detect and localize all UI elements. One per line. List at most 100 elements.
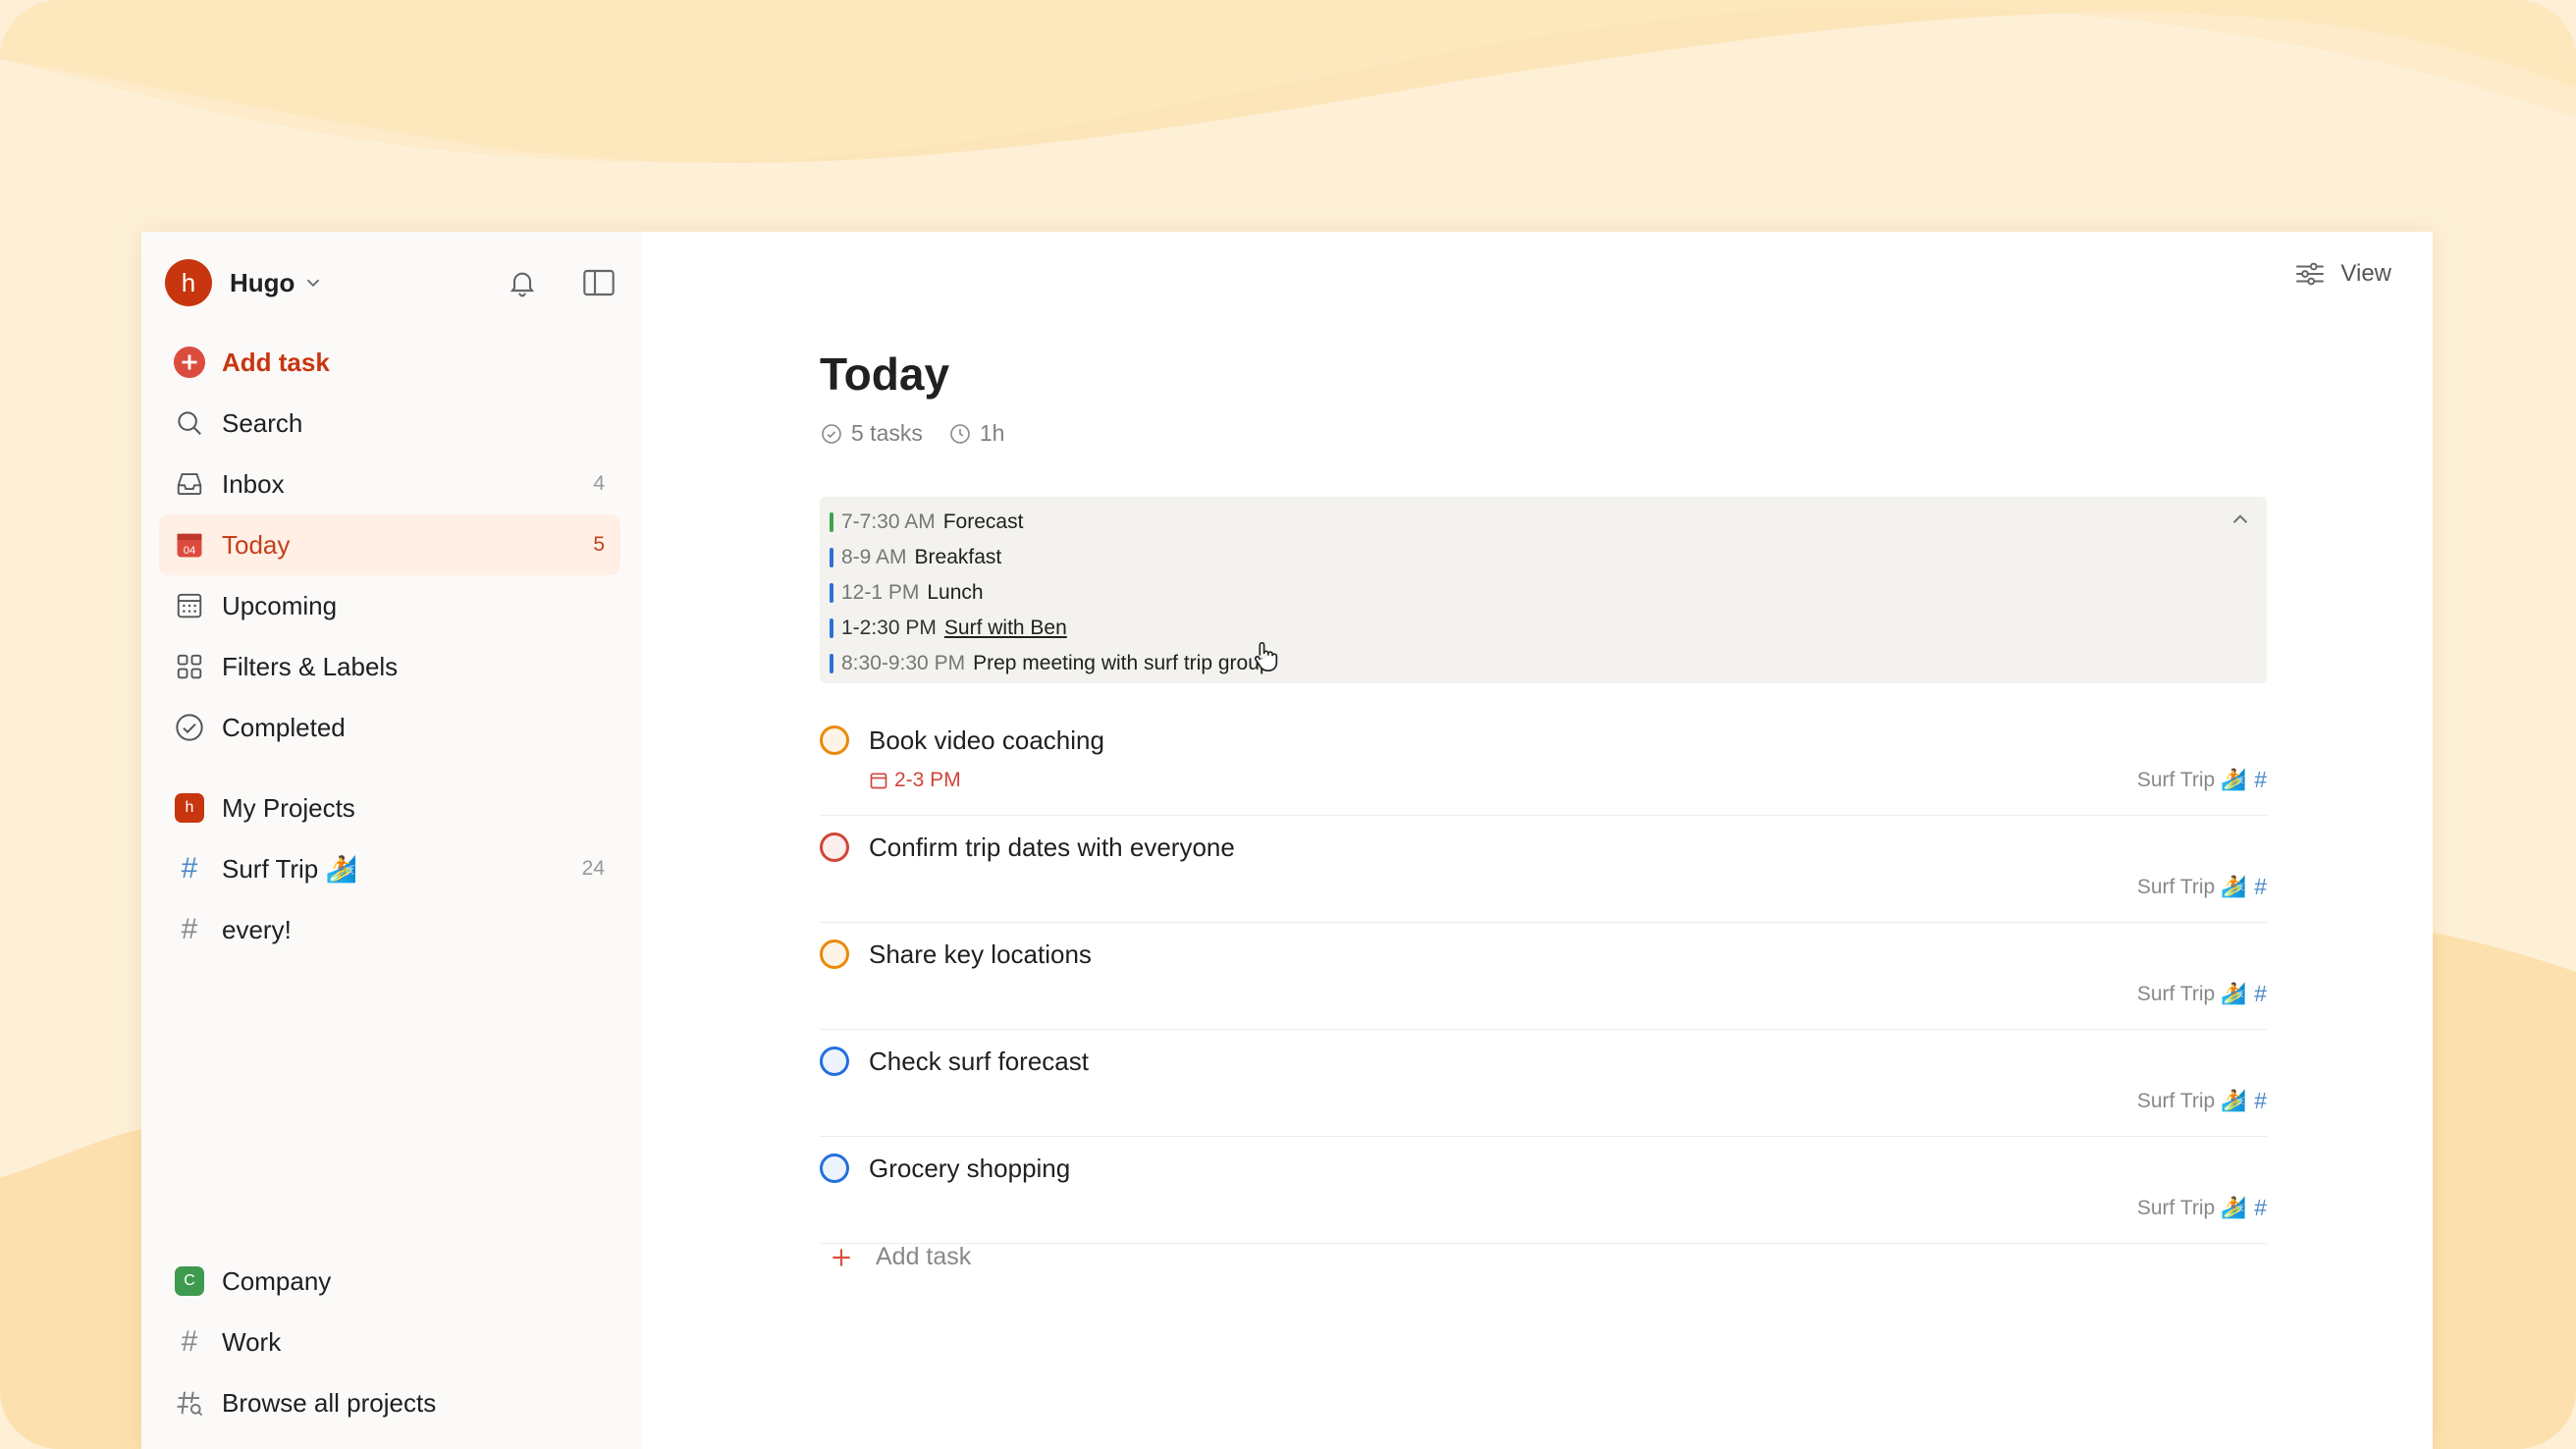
today-date-number: 04: [184, 545, 196, 557]
check-circle-icon: [822, 423, 841, 444]
main-nav: Add task Search Inbox 4 04 Today 5 Upcom…: [159, 332, 620, 758]
sidebar-item-label: Completed: [222, 712, 346, 742]
sidebar-item-filters-labels[interactable]: Filters & Labels: [159, 636, 620, 697]
add-task-button[interactable]: Add task: [159, 332, 620, 393]
task-checkbox[interactable]: [820, 1046, 849, 1076]
task-count: 5 tasks: [851, 420, 923, 446]
task-project[interactable]: Surf Trip 🏄 #: [2137, 767, 2267, 793]
task-project[interactable]: Surf Trip 🏄 #: [2137, 874, 2267, 900]
chevron-down-icon[interactable]: [302, 272, 324, 294]
hash-icon: #: [2254, 1088, 2267, 1113]
sidebar-item-work[interactable]: # Work: [159, 1312, 620, 1372]
event-color-bar: [830, 618, 833, 638]
task-checkbox[interactable]: [820, 939, 849, 969]
task-project-label: Surf Trip 🏄: [2136, 1196, 2247, 1219]
calendar-today-icon: 04: [173, 528, 206, 562]
event-title: Lunch: [927, 581, 984, 604]
task-title: Grocery shopping: [869, 1154, 1071, 1183]
event-time: 7-7:30 AM: [841, 510, 936, 533]
event-color-bar: [830, 583, 833, 603]
sidebar-item-completed[interactable]: Completed: [159, 697, 620, 758]
task-item[interactable]: Book video coaching 2-3 PM Surf Trip 🏄 #: [820, 710, 2267, 816]
task-item[interactable]: Share key locations Surf Trip 🏄 #: [820, 924, 2267, 1030]
task-checkbox[interactable]: [820, 832, 849, 862]
add-task-inline-button[interactable]: Add task: [829, 1243, 971, 1271]
sidebar-item-browse-projects[interactable]: Browse all projects: [159, 1372, 620, 1433]
view-button[interactable]: View: [2293, 259, 2391, 289]
my-projects-header[interactable]: h My Projects: [159, 778, 620, 838]
hash-icon: #: [181, 1325, 198, 1358]
sidebar-item-label: Surf Trip 🏄: [222, 853, 357, 884]
event-color-bar: [830, 512, 833, 532]
calendar-event[interactable]: 8-9 AM Breakfast: [820, 540, 2267, 575]
calendar-event[interactable]: 8:30-9:30 PM Prep meeting with surf trip…: [820, 646, 2267, 681]
check-circle-icon: [173, 711, 206, 744]
task-project-label: Surf Trip 🏄: [2136, 1089, 2247, 1112]
sidebar: h Hugo Add task Search Inbox 4 04 Today …: [141, 232, 642, 1449]
sidebar-toggle-icon[interactable]: [579, 263, 618, 302]
event-time: 1-2:30 PM: [841, 617, 937, 639]
hash-icon: #: [2254, 767, 2267, 792]
sidebar-item-label: every!: [222, 914, 292, 944]
sidebar-item-upcoming[interactable]: Upcoming: [159, 575, 620, 636]
company-header[interactable]: C Company: [159, 1251, 620, 1312]
browse-projects-icon: [173, 1386, 206, 1420]
task-project[interactable]: Surf Trip 🏄 #: [2137, 1195, 2267, 1221]
task-due: 2-3 PM: [869, 769, 961, 792]
task-project[interactable]: Surf Trip 🏄 #: [2137, 981, 2267, 1007]
task-item[interactable]: Confirm trip dates with everyone Surf Tr…: [820, 817, 2267, 923]
sidebar-item-label: Upcoming: [222, 590, 338, 620]
hash-icon: #: [2254, 1195, 2267, 1220]
page-title: Today: [820, 349, 950, 400]
event-time: 8-9 AM: [841, 546, 907, 568]
main-content: View Today 5 tasks 1h 7-7:30 AM Forecast: [642, 232, 2433, 1449]
calendar-event[interactable]: 1-2:30 PM Surf with Ben: [820, 611, 2267, 646]
task-title: Check surf forecast: [869, 1046, 1089, 1076]
sidebar-item-today[interactable]: 04 Today 5: [159, 514, 620, 575]
add-task-inline-label: Add task: [876, 1243, 972, 1270]
sidebar-item-inbox[interactable]: Inbox 4: [159, 454, 620, 514]
hand-cursor-icon: [1254, 642, 1278, 672]
task-title: Share key locations: [869, 939, 1092, 969]
calendar-event[interactable]: 12-1 PM Lunch: [820, 575, 2267, 611]
plus-icon: [832, 1248, 850, 1266]
inbox-icon: [173, 467, 206, 501]
company-initial: C: [175, 1266, 204, 1296]
sidebar-item-every[interactable]: # every!: [159, 899, 620, 960]
event-color-bar: [830, 548, 833, 567]
sidebar-item-search[interactable]: Search: [159, 393, 620, 454]
sidebar-header: h Hugo: [165, 257, 618, 308]
task-project[interactable]: Surf Trip 🏄 #: [2137, 1088, 2267, 1114]
company-section: C Company # Work Browse all projects: [159, 1251, 620, 1433]
plus-circle-icon: [173, 346, 206, 379]
user-name[interactable]: Hugo: [230, 268, 295, 298]
view-label: View: [2340, 260, 2391, 287]
task-project-label: Surf Trip 🏄: [2136, 875, 2247, 898]
hash-icon: #: [2254, 981, 2267, 1006]
task-item[interactable]: Check surf forecast Surf Trip 🏄 #: [820, 1031, 2267, 1137]
duration: 1h: [979, 420, 1005, 446]
today-count: 5: [593, 533, 605, 556]
add-task-label: Add task: [222, 347, 330, 377]
task-checkbox[interactable]: [820, 1154, 849, 1183]
avatar[interactable]: h: [165, 259, 212, 306]
task-title: Book video coaching: [869, 725, 1104, 755]
task-item[interactable]: Grocery shopping Surf Trip 🏄 #: [820, 1138, 2267, 1244]
filters-grid-icon: [173, 650, 206, 683]
hash-icon: #: [181, 913, 198, 945]
task-title: Confirm trip dates with everyone: [869, 832, 1235, 862]
sidebar-item-label: Browse all projects: [222, 1387, 437, 1418]
task-checkbox[interactable]: [820, 725, 849, 755]
event-title-link[interactable]: Surf with Ben: [944, 617, 1067, 640]
page-meta: 5 tasks 1h: [820, 420, 1020, 447]
workspace-avatar-icon: C: [173, 1264, 206, 1298]
bell-icon[interactable]: [503, 263, 542, 302]
calendar-event[interactable]: 7-7:30 AM Forecast: [820, 505, 2267, 540]
sidebar-item-surf-trip[interactable]: # Surf Trip 🏄 24: [159, 838, 620, 899]
chevron-up-icon[interactable]: [2227, 507, 2253, 532]
calendar-events-panel: 7-7:30 AM Forecast 8-9 AM Breakfast 12-1…: [820, 497, 2267, 683]
inbox-count: 4: [593, 472, 605, 495]
event-title: Breakfast: [914, 546, 1002, 568]
app-window: h Hugo Add task Search Inbox 4 04 Today …: [141, 232, 2433, 1449]
sidebar-item-label: Today: [222, 529, 291, 560]
